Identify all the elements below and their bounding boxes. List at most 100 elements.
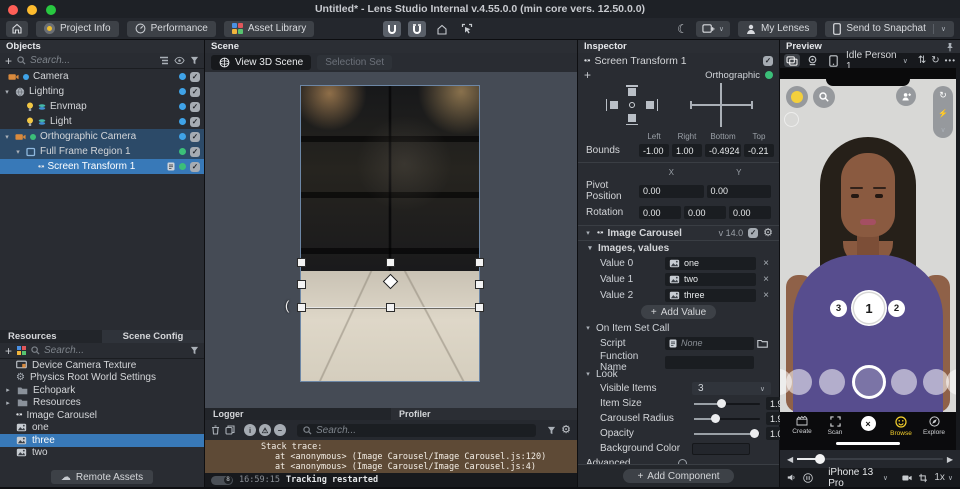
lens-slot[interactable] [786, 369, 812, 395]
crop-icon[interactable] [918, 473, 928, 483]
expand-icon[interactable]: ▸ [4, 399, 12, 407]
carousel-item-1[interactable]: 1 [854, 293, 884, 323]
scene-viewport[interactable]: ( [205, 72, 577, 408]
layer-dot[interactable] [179, 73, 186, 80]
resource-texture-two[interactable]: two [0, 447, 204, 460]
tree-item-orthographic-camera[interactable]: ▾ Orthographic Camera ✓ [0, 129, 204, 144]
carousel-item-3[interactable]: 3 [830, 300, 847, 317]
step-back-icon[interactable]: ◀ [787, 455, 793, 464]
resource-device-camera-texture[interactable]: Device Camera Texture [0, 359, 204, 372]
gizmo-handle-top-right[interactable] [475, 258, 484, 267]
remove-value-button[interactable]: × [759, 290, 773, 301]
pin-icon[interactable] [946, 42, 954, 52]
nav-explore[interactable]: Explore [920, 416, 948, 437]
theme-toggle-icon[interactable]: ☾ [677, 22, 688, 36]
layer-dot[interactable] [179, 163, 186, 170]
gizmo-handle-top-center[interactable] [386, 258, 395, 267]
value-2-field[interactable]: three [665, 288, 756, 302]
resource-folder-resources[interactable]: ▸ Resources [0, 397, 204, 410]
tab-resources[interactable]: Resources [0, 330, 102, 343]
record-video-icon[interactable] [902, 474, 912, 482]
rotation-x-field[interactable]: 0.00 [639, 206, 681, 219]
restart-preview-icon[interactable]: ↻ [931, 55, 939, 66]
carousel-settings-icon[interactable]: ⚙ [763, 228, 773, 239]
asset-library-button[interactable]: Asset Library [223, 20, 315, 37]
on-item-set-call-header[interactable]: ▾ On Item Set Call [578, 321, 779, 335]
function-name-field[interactable] [665, 355, 754, 369]
preview-mode-button[interactable] [784, 54, 800, 67]
profile-button[interactable] [786, 86, 808, 108]
rotation-y-field[interactable]: 0.00 [684, 206, 726, 219]
pivot-y-field[interactable]: 0.00 [706, 184, 771, 198]
enabled-checkbox[interactable]: ✓ [190, 101, 200, 112]
gizmo-handle-bottom-center[interactable] [386, 303, 395, 312]
pivot-cross-widget[interactable] [687, 83, 757, 127]
performance-button[interactable]: Performance [126, 20, 216, 37]
capture-button[interactable]: ∨ [695, 20, 730, 37]
logger-search-input[interactable]: Search... [297, 423, 537, 437]
gizmo-handle-bottom-left[interactable] [297, 303, 306, 312]
tab-logger[interactable]: Logger [205, 408, 391, 420]
project-info-button[interactable]: Project Info [36, 20, 119, 37]
layer-dot[interactable] [179, 88, 186, 95]
visibility-icon[interactable] [174, 56, 185, 65]
flip-camera-icon[interactable]: ↻ [939, 90, 947, 101]
filter-icon[interactable] [547, 426, 556, 435]
carousel-enabled-checkbox[interactable]: ✓ [748, 228, 759, 238]
my-lenses-button[interactable]: My Lenses [738, 20, 818, 37]
images-values-header[interactable]: ▾ Images, values [578, 241, 779, 255]
opacity-slider[interactable] [694, 427, 760, 440]
logger-settings-icon[interactable]: ⚙ [561, 425, 571, 436]
expand-icon[interactable]: ▾ [3, 133, 11, 141]
log-count-toggle[interactable]: 8 [211, 475, 233, 485]
add-resource-button[interactable]: + [5, 345, 12, 357]
bounds-bottom-field[interactable]: -0.4924 [705, 144, 741, 157]
resource-folder-echopark[interactable]: ▸ Echopark [0, 384, 204, 397]
playback-slider[interactable] [797, 454, 943, 464]
look-header[interactable]: ▾ Look [578, 367, 779, 381]
device-selector[interactable]: iPhone 13 Pro ∨ [828, 467, 888, 489]
tab-scene-config[interactable]: Scene Config [102, 330, 204, 343]
visible-items-select[interactable]: 3 ∨ [692, 382, 771, 395]
enabled-checkbox[interactable]: ✓ [190, 71, 200, 82]
rotation-z-field[interactable]: 0.00 [729, 206, 771, 219]
tree-item-screen-transform[interactable]: •◦• Screen Transform 1 ✓ [0, 159, 204, 174]
selection-set-button[interactable]: Selection Set [317, 55, 393, 70]
pivot-x-field[interactable]: 0.00 [639, 184, 704, 198]
snap-to-grid-button[interactable] [383, 21, 401, 37]
collapse-icon[interactable]: ▾ [584, 229, 592, 237]
clear-log-button[interactable] [211, 425, 220, 435]
script-field[interactable]: None [665, 336, 754, 350]
value-0-field[interactable]: one [665, 256, 756, 270]
enabled-checkbox[interactable]: ✓ [190, 161, 200, 172]
browse-folder-button[interactable] [757, 339, 768, 348]
tree-item-light[interactable]: Light ✓ [0, 114, 204, 129]
tree-item-envmap[interactable]: Envmap ✓ [0, 99, 204, 114]
home-button[interactable] [6, 20, 28, 37]
enabled-checkbox[interactable]: ✓ [190, 146, 200, 157]
more-options-icon[interactable]: ••• [945, 56, 956, 65]
gizmo-handle-top-left[interactable] [297, 258, 306, 267]
tree-item-full-frame-region[interactable]: ▾ Full Frame Region 1 ✓ [0, 144, 204, 159]
remove-value-button[interactable]: × [759, 258, 773, 269]
view-3d-scene-button[interactable]: View 3D Scene [211, 55, 312, 70]
search-button[interactable] [813, 86, 835, 108]
expand-icon[interactable]: ▾ [14, 148, 22, 156]
enabled-checkbox[interactable]: ✓ [190, 116, 200, 127]
item-size-slider[interactable] [694, 397, 760, 410]
resource-physics-settings[interactable]: ⚙ Physics Root World Settings [0, 372, 204, 385]
hierarchy-view-icon[interactable] [159, 56, 169, 65]
gizmo-handle-mid-right[interactable] [475, 280, 484, 289]
snap-to-object-button[interactable] [408, 21, 426, 37]
audio-icon[interactable] [787, 473, 796, 482]
anchor-preset-widget[interactable] [600, 85, 664, 125]
carousel-radius-slider[interactable] [694, 412, 760, 425]
nav-browse[interactable]: Browse [887, 416, 915, 437]
tab-profiler[interactable]: Profiler [391, 408, 577, 420]
gizmo-handle-bottom-right[interactable] [475, 303, 484, 312]
asset-library-small-icon[interactable] [17, 346, 27, 355]
chevron-down-icon[interactable]: ∨ [940, 126, 945, 134]
component-enabled-checkbox[interactable]: ✓ [763, 55, 773, 66]
objects-search-input[interactable]: Search... [17, 55, 154, 66]
filter-warning-toggle[interactable]: ⚠ [259, 424, 271, 436]
